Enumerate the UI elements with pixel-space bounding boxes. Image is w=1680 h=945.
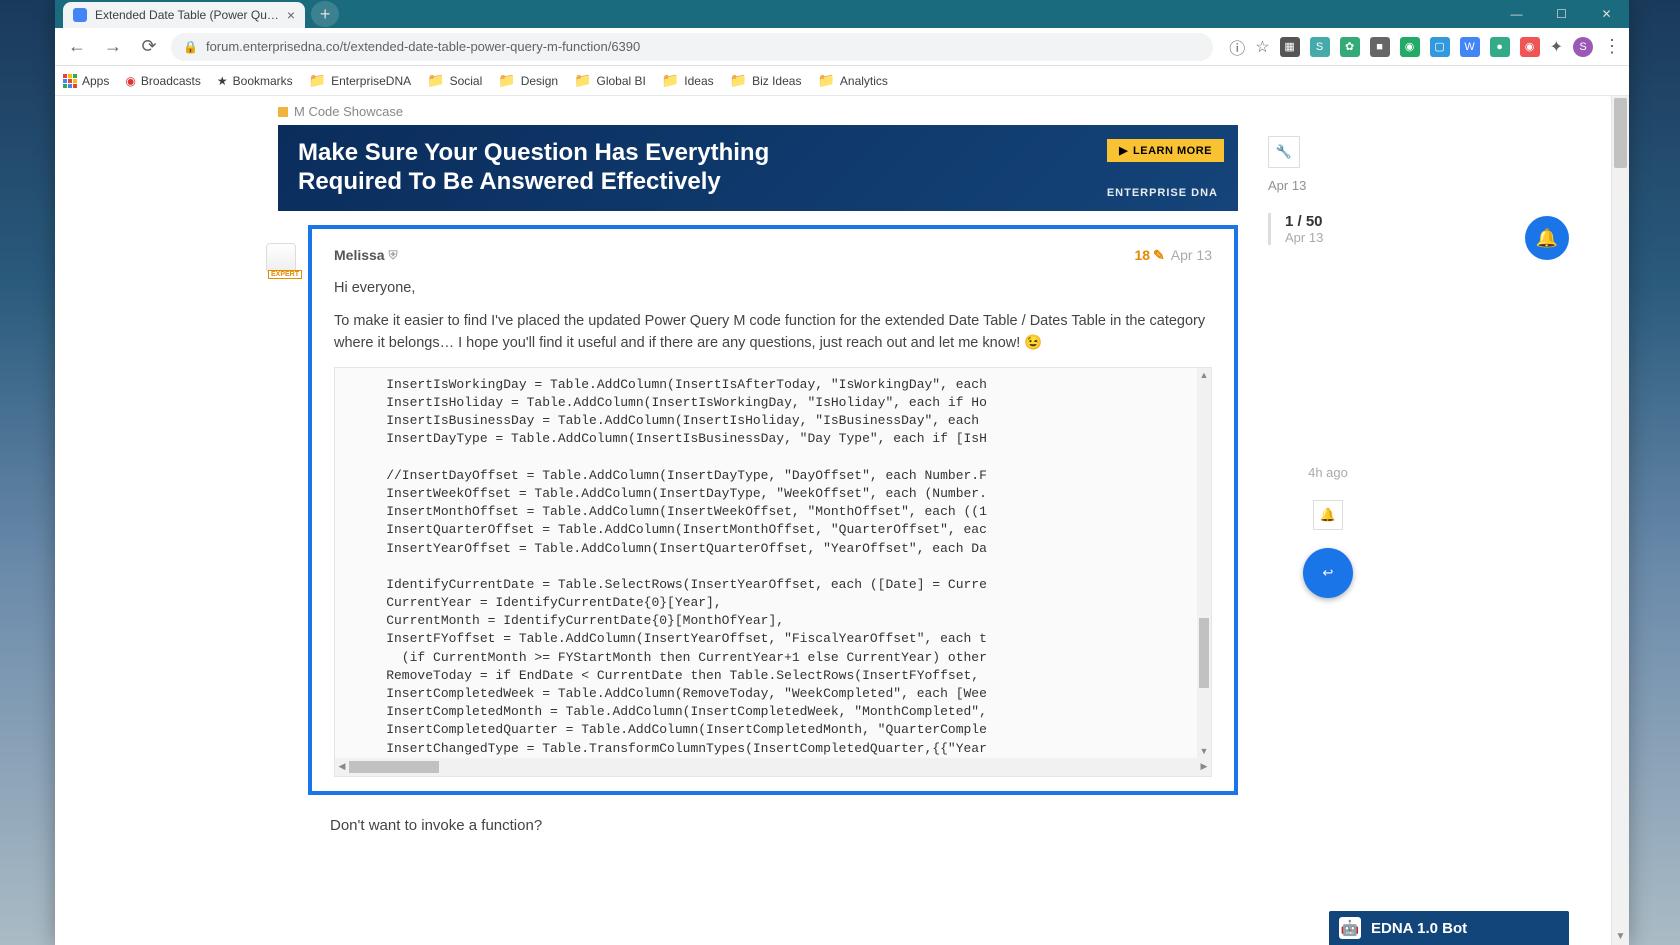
extension-icon[interactable]: ▢ — [1430, 37, 1450, 57]
bookmark-folder[interactable]: 📁Ideas — [662, 72, 714, 89]
close-tab-icon[interactable]: × — [287, 7, 295, 23]
bookmark-item[interactable]: ◉Broadcasts — [125, 74, 201, 88]
extension-icon[interactable]: ■ — [1370, 37, 1390, 57]
bookmark-folder[interactable]: 📁Biz Ideas — [730, 72, 802, 89]
scroll-left-icon[interactable]: ◀ — [335, 758, 349, 776]
timeline-start-date[interactable]: Apr 13 — [1268, 178, 1388, 193]
bookmark-folder[interactable]: 📁Social — [427, 72, 482, 89]
back-button[interactable]: ← — [63, 33, 91, 61]
extension-icon[interactable]: ▦ — [1280, 37, 1300, 57]
play-icon: ▶ — [1119, 144, 1128, 157]
post-paragraph: To make it easier to find I've placed th… — [334, 311, 1212, 355]
page-scrollbar[interactable]: ▲ ▼ — [1611, 96, 1629, 945]
chrome-menu-icon[interactable]: ⋮ — [1603, 36, 1621, 57]
author-name[interactable]: Melissa ⛨ — [334, 247, 398, 263]
notification-level-button[interactable]: 🔔 — [1313, 500, 1343, 530]
apps-button[interactable]: Apps — [63, 74, 109, 88]
extension-icon[interactable]: ◉ — [1520, 37, 1540, 57]
scroll-right-icon[interactable]: ▶ — [1197, 758, 1211, 776]
followup-text: Don't want to invoke a function? — [308, 817, 1238, 834]
shield-icon: ⛨ — [389, 248, 398, 263]
browser-titlebar: Extended Date Table (Power Qu… × + — ☐ ✕ — [55, 0, 1629, 28]
profile-avatar-icon[interactable]: S — [1573, 37, 1593, 57]
post-date: Apr 13 — [1171, 247, 1212, 263]
reply-button[interactable]: ↩ — [1303, 548, 1353, 598]
learn-more-button[interactable]: ▶ LEARN MORE — [1107, 139, 1224, 162]
code-block[interactable]: InsertIsWorkingDay = Table.AddColumn(Ins… — [335, 368, 1211, 758]
apps-grid-icon — [63, 74, 77, 88]
bookmark-folder[interactable]: 📁Design — [498, 72, 558, 89]
close-window-button[interactable]: ✕ — [1584, 0, 1629, 28]
topic-tools-button[interactable]: 🔧 — [1268, 136, 1300, 168]
extensions-puzzle-icon[interactable]: ✦ — [1550, 37, 1563, 57]
bookmark-folder[interactable]: 📁Analytics — [817, 72, 887, 89]
chat-title: EDNA 1.0 Bot — [1371, 920, 1467, 937]
bookmark-star-icon[interactable]: ☆ — [1255, 37, 1269, 57]
bot-avatar-icon: 🤖 — [1339, 917, 1361, 939]
extensions-row: ⓘ ☆ ▦ S ✿ ■ ◉ ▢ W ● ◉ ✦ S ⋮ — [1229, 35, 1621, 59]
bookmarks-bar: Apps ◉Broadcasts ★Bookmarks 📁EnterpriseD… — [55, 66, 1629, 96]
minimize-button[interactable]: — — [1494, 0, 1539, 28]
maximize-button[interactable]: ☐ — [1539, 0, 1584, 28]
scroll-up-icon[interactable]: ▲ — [1197, 368, 1211, 382]
edit-count[interactable]: 18 ✎ — [1134, 247, 1164, 264]
bookmark-item[interactable]: ★Bookmarks — [217, 74, 293, 88]
address-bar-row: ← → ⟳ 🔒 forum.enterprisedna.co/t/extende… — [55, 28, 1629, 66]
post-card: EXPERT Melissa ⛨ 18 ✎ — [308, 225, 1238, 795]
breadcrumb[interactable]: M Code Showcase — [278, 96, 1238, 125]
extension-icon[interactable]: S — [1310, 37, 1330, 57]
timeline-end-date[interactable]: 4h ago — [1268, 465, 1388, 480]
lock-icon: 🔒 — [183, 40, 198, 54]
bookmark-folder[interactable]: 📁EnterpriseDNA — [309, 72, 411, 89]
scroll-down-icon[interactable]: ▼ — [1197, 744, 1211, 758]
expert-badge: EXPERT — [268, 270, 302, 279]
url-input[interactable]: 🔒 forum.enterprisedna.co/t/extended-date… — [171, 33, 1213, 61]
brand-logo: ENTERPRISE DNA — [1107, 187, 1218, 199]
category-badge-icon — [278, 107, 288, 117]
post-header: Melissa ⛨ 18 ✎ Apr 13 — [334, 247, 1212, 264]
author-avatar[interactable]: EXPERT — [266, 243, 296, 273]
extension-icon[interactable]: W — [1460, 37, 1480, 57]
category-name: M Code Showcase — [294, 104, 403, 119]
extension-icon[interactable]: ● — [1490, 37, 1510, 57]
tab-title: Extended Date Table (Power Qu… — [95, 8, 279, 22]
notifications-fab[interactable]: 🔔 — [1525, 216, 1569, 260]
post-body: Hi everyone, To make it easier to find I… — [334, 278, 1212, 355]
apps-label: Apps — [82, 74, 109, 88]
avatar-icon — [266, 243, 296, 273]
code-vertical-scrollbar[interactable]: ▲ ▼ — [1197, 368, 1211, 758]
timeline-position[interactable]: 1 / 50 Apr 13 — [1268, 213, 1388, 245]
window-controls: — ☐ ✕ — [1494, 0, 1629, 28]
info-icon[interactable]: ⓘ — [1229, 35, 1245, 59]
new-tab-button[interactable]: + — [311, 1, 339, 27]
page-content: M Code Showcase Make Sure Your Question … — [55, 96, 1629, 945]
scroll-thumb[interactable] — [1199, 618, 1209, 688]
tab-favicon-icon — [73, 8, 87, 22]
extension-icon[interactable]: ✿ — [1340, 37, 1360, 57]
banner-text: Make Sure Your Question Has Everything R… — [298, 139, 769, 197]
promo-banner[interactable]: Make Sure Your Question Has Everything R… — [278, 125, 1238, 211]
code-block-container: InsertIsWorkingDay = Table.AddColumn(Ins… — [334, 367, 1212, 777]
forward-button[interactable]: → — [99, 33, 127, 61]
scroll-thumb[interactable] — [349, 761, 439, 773]
scroll-thumb[interactable] — [1614, 98, 1627, 168]
extension-icon[interactable]: ◉ — [1400, 37, 1420, 57]
reload-button[interactable]: ⟳ — [135, 33, 163, 61]
code-horizontal-scrollbar[interactable]: ◀ ▶ — [335, 758, 1211, 776]
reply-icon: ↩ — [1323, 565, 1334, 581]
wrench-icon: 🔧 — [1276, 144, 1292, 160]
chat-widget[interactable]: 🤖 EDNA 1.0 Bot — [1329, 911, 1569, 945]
pencil-icon: ✎ — [1153, 247, 1165, 264]
url-text: forum.enterprisedna.co/t/extended-date-t… — [206, 39, 640, 54]
bell-icon: 🔔 — [1320, 507, 1336, 523]
post-greeting: Hi everyone, — [334, 278, 1212, 300]
scroll-down-icon[interactable]: ▼ — [1612, 927, 1629, 945]
timeline-sidebar: 🔧 Apr 13 1 / 50 Apr 13 4h ago 🔔 ↩ — [1268, 96, 1388, 834]
bookmark-folder[interactable]: 📁Global BI — [574, 72, 646, 89]
browser-tab[interactable]: Extended Date Table (Power Qu… × — [63, 2, 305, 28]
bell-icon: 🔔 — [1536, 228, 1558, 249]
